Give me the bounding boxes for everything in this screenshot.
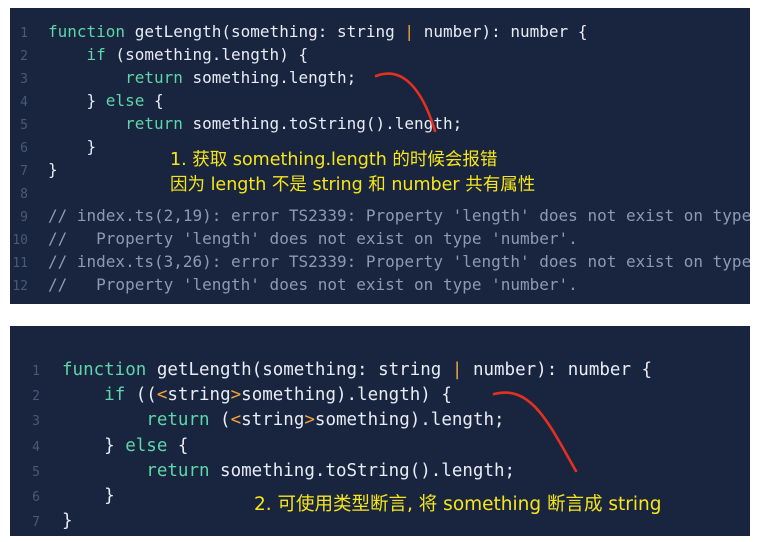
annotation-note-1: 1. 获取 something.length 的时候会报错 因为 length …	[170, 150, 536, 195]
annotation-note-2: 2. 可使用类型断言, 将 something 断言成 string	[254, 494, 662, 515]
code-panel-error: 1 function getLength(something: string | …	[10, 8, 750, 304]
code-panel-assertion: 1 function getLength(something: string | …	[10, 326, 750, 536]
